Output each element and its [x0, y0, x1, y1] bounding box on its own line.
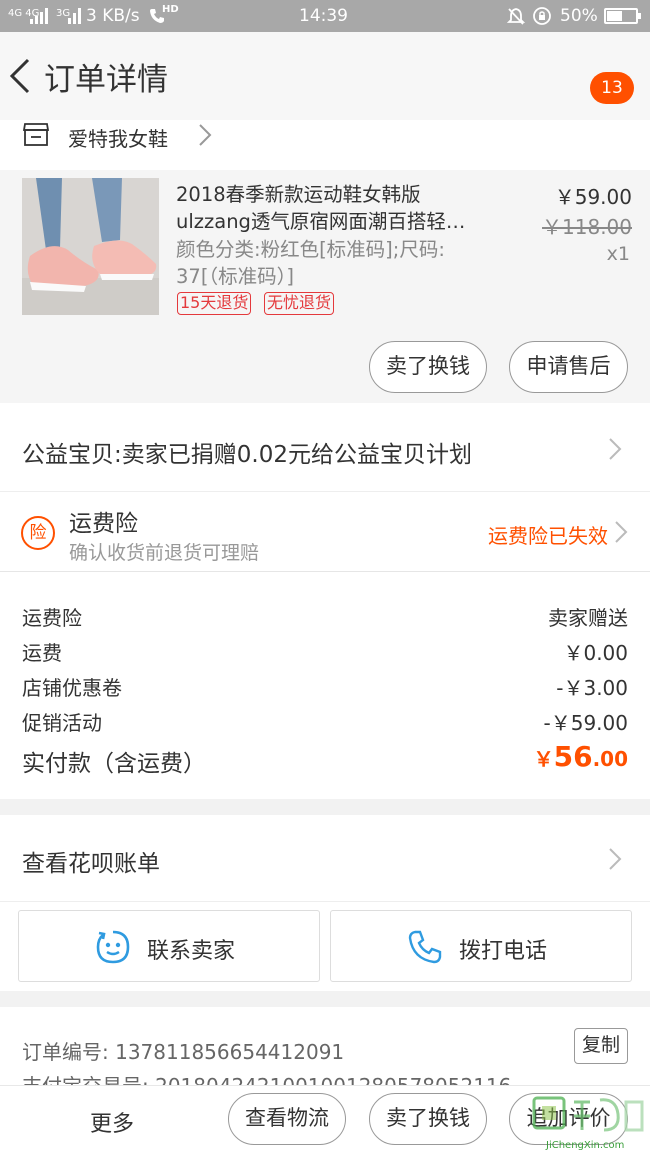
view-logistics-button[interactable]: 查看物流 [228, 1093, 346, 1145]
call-phone-button[interactable]: 拨打电话 [330, 910, 632, 982]
shop-row[interactable]: 爱特我女鞋 [0, 120, 650, 170]
fee-value: -￥3.00 [556, 676, 628, 700]
status-bar: 4G 4G 3G 3 KB/s HD 14:39 50% [0, 0, 650, 32]
page-title: 订单详情 [44, 62, 168, 98]
nav-bar: 订单详情 13 [0, 32, 650, 120]
total-decimal: .00 [592, 747, 628, 771]
message-count-badge: 13 [590, 72, 634, 104]
resell-button[interactable]: 卖了换钱 [369, 341, 487, 393]
chevron-right-icon [199, 124, 212, 146]
return-15-days-tag: 15天退货 [177, 292, 252, 315]
resell-bottom-button[interactable]: 卖了换钱 [369, 1093, 487, 1145]
watermark-text: JiChengXin.com [546, 1140, 625, 1151]
shop-name: 爱特我女鞋 [68, 127, 168, 151]
chevron-right-icon [609, 848, 622, 870]
contact-seller-button[interactable]: 联系卖家 [18, 910, 320, 982]
contact-bar: 联系卖家 拨打电话 [0, 901, 650, 991]
fee-row: 运费险 卖家赠送 [22, 602, 628, 632]
product-thumbnail[interactable] [22, 178, 159, 315]
product-sku-line-1: 颜色分类:粉红色[标准码];尺码: [176, 238, 445, 261]
contact-seller-label: 联系卖家 [147, 939, 236, 964]
bottom-action-bar: 更多 查看物流 卖了换钱 追加评价 JiChengXin.com [0, 1085, 650, 1155]
chat-smile-icon [96, 930, 130, 964]
charity-row[interactable]: 公益宝贝:卖家已捐赠0.02元给公益宝贝计划 [0, 403, 650, 491]
shop-icon [22, 123, 50, 146]
worry-free-return-tag: 无忧退货 [264, 292, 335, 315]
total-currency: ￥ [533, 747, 554, 771]
after-sales-button[interactable]: 申请售后 [509, 341, 628, 393]
hd-label: HD [162, 4, 179, 15]
product-title-line-1: 2018春季新款运动鞋女韩版 [176, 183, 421, 206]
insurance-subtitle: 确认收货前退货可理赔 [69, 542, 260, 564]
total-paid-label: 实付款（含运费） [22, 751, 206, 777]
total-paid-value: ￥56.00 [534, 740, 628, 773]
phone-icon [408, 930, 442, 964]
chevron-right-icon [609, 438, 622, 460]
total-integer: 56 [553, 740, 593, 773]
huabei-bill-row[interactable]: 查看花呗账单 [0, 815, 650, 901]
clock: 14:39 [299, 6, 348, 26]
rotation-lock-icon [533, 7, 551, 25]
insurance-icon: 险 [21, 516, 55, 550]
signal-bars-2-icon [68, 8, 81, 24]
call-phone-label: 拨打电话 [459, 939, 548, 964]
battery-icon [604, 8, 641, 24]
back-arrow-icon[interactable] [8, 56, 34, 96]
network-speed: 3 KB/s [86, 6, 140, 26]
shipping-insurance-row[interactable]: 险 运费险 确认收货前退货可理赔 运费险已失效 [0, 491, 650, 571]
fee-value: 卖家赠送 [548, 606, 628, 630]
product-title[interactable]: 2018春季新款运动鞋女韩版 ulzzang透气原宿网面潮百搭轻… [176, 181, 498, 235]
price-breakdown: 运费险 卖家赠送 运费 ￥0.00 店铺优惠卷 -￥3.00 促销活动 -￥59… [0, 571, 650, 799]
fee-label: 促销活动 [22, 711, 102, 735]
copy-button[interactable]: 复制 [574, 1028, 628, 1064]
product-sku: 颜色分类:粉红色[标准码];尺码: 37[（标准码）] [176, 236, 476, 290]
fee-row: 店铺优惠卷 -￥3.00 [22, 672, 628, 702]
fee-label: 运费 [22, 641, 62, 665]
more-button[interactable]: 更多 [90, 1106, 134, 1138]
product-sku-line-2: 37[（标准码）] [176, 265, 295, 288]
order-info: 订单编号: 137811856654412091 支付宝交易号: 2018042… [0, 1007, 650, 1087]
mute-bell-icon [506, 8, 526, 25]
product-price: ￥59.00 [554, 185, 632, 209]
fee-label: 运费险 [22, 606, 82, 630]
insurance-status: 运费险已失效 [488, 524, 608, 548]
fee-label: 店铺优惠卷 [22, 676, 122, 700]
fee-value: ￥0.00 [563, 641, 628, 665]
product-original-price: ￥118.00 [542, 215, 632, 239]
chevron-right-icon [615, 521, 628, 543]
product-title-line-2: ulzzang透气原宿网面潮百搭轻… [176, 210, 466, 233]
battery-percent: 50% [560, 6, 598, 26]
fee-row: 促销活动 -￥59.00 [22, 707, 628, 737]
insurance-title: 运费险 [69, 511, 138, 537]
fee-value: -￥59.00 [543, 711, 628, 735]
huabei-text: 查看花呗账单 [22, 851, 160, 877]
sneaker-image-icon [22, 178, 159, 315]
charity-text: 公益宝贝:卖家已捐赠0.02元给公益宝贝计划 [22, 442, 472, 468]
signal-bars-icon [30, 8, 48, 24]
product-quantity: x1 [606, 243, 630, 265]
product-card: 2018春季新款运动鞋女韩版 ulzzang透气原宿网面潮百搭轻… 颜色分类:粉… [0, 170, 650, 403]
order-number: 订单编号: 137811856654412091 [22, 1040, 345, 1064]
fee-row: 运费 ￥0.00 [22, 637, 628, 667]
